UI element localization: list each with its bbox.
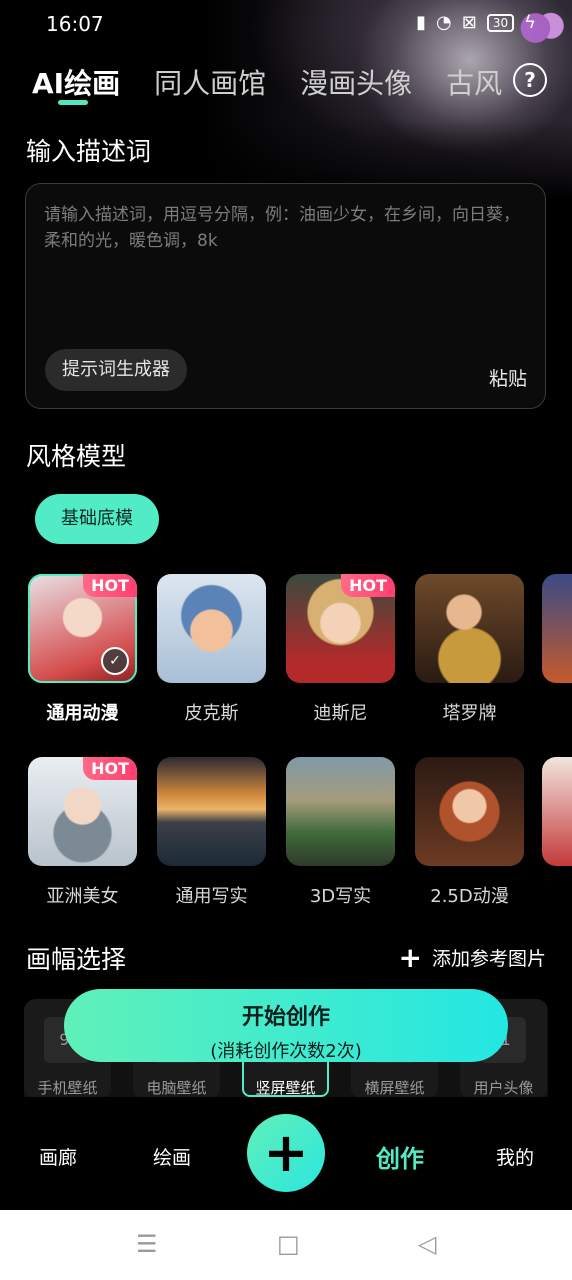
prompt-placeholder: 请输入描述词，用逗号分隔，例：油画少女，在乡间，向日葵，柔和的光，暖色调，8k bbox=[44, 205, 520, 251]
style-label: 皮克斯 bbox=[184, 703, 239, 724]
plus-icon: + bbox=[398, 940, 422, 974]
tab-ancient-style[interactable]: 古风 bbox=[446, 62, 502, 102]
style-title: 风格模型 bbox=[26, 442, 127, 471]
style-label: 通用写实 bbox=[175, 886, 248, 907]
hot-badge: HOT bbox=[83, 574, 137, 597]
style-row-2: HOT 亚洲美女 通用写实 3D写实 2.5D动漫 bbox=[28, 757, 524, 908]
style-thumb: HOT bbox=[286, 574, 395, 683]
ratio-label: 用户头像 bbox=[473, 1079, 534, 1097]
style-item-disney[interactable]: HOT 迪斯尼 bbox=[286, 574, 395, 725]
style-label: 2.5D动漫 bbox=[430, 886, 509, 907]
nav-create[interactable]: 创作 bbox=[376, 1139, 424, 1174]
style-thumb bbox=[157, 757, 266, 866]
ratio-label: 竖屏壁纸 bbox=[255, 1079, 316, 1097]
tab-comic-avatar[interactable]: 漫画头像 bbox=[300, 62, 412, 102]
add-reference-button[interactable]: + 添加参考图片 bbox=[398, 940, 546, 974]
canvas-title: 画幅选择 bbox=[26, 945, 127, 974]
status-bar: 16:07 ▮ ◔ ⊠ 30 ϟ bbox=[0, 0, 572, 50]
prompt-generator-button[interactable]: 提示词生成器 bbox=[45, 349, 187, 391]
status-icons: ▮ ◔ ⊠ 30 ϟ bbox=[416, 12, 536, 33]
home-icon[interactable]: □ bbox=[277, 1230, 300, 1258]
paste-button[interactable]: 粘贴 bbox=[489, 364, 527, 391]
prompt-input[interactable]: 请输入描述词，用逗号分隔，例：油画少女，在乡间，向日葵，柔和的光，暖色调，8k … bbox=[25, 183, 546, 409]
style-thumb bbox=[415, 757, 524, 866]
plus-icon: + bbox=[263, 1121, 309, 1184]
ratio-label: 电脑壁纸 bbox=[146, 1079, 207, 1097]
style-item-tarot[interactable]: 塔罗牌 bbox=[415, 574, 524, 725]
help-icon[interactable]: ? bbox=[513, 63, 547, 97]
style-item-partial[interactable] bbox=[542, 757, 572, 866]
style-thumb bbox=[415, 574, 524, 683]
add-reference-label: 添加参考图片 bbox=[431, 948, 546, 970]
tab-ai-painting[interactable]: AI绘画 bbox=[32, 62, 120, 105]
bottom-nav: 画廊 绘画 + 创作 我的 bbox=[0, 1110, 572, 1210]
status-time: 16:07 bbox=[46, 12, 104, 36]
nav-gallery[interactable]: 画廊 bbox=[39, 1143, 77, 1170]
style-item-2-5d-anime[interactable]: 2.5D动漫 bbox=[415, 757, 524, 908]
check-icon: ✓ bbox=[101, 647, 129, 675]
sim-off-icon: ⊠ bbox=[461, 12, 477, 33]
create-sub-label: (消耗创作次数2次) bbox=[210, 1041, 362, 1062]
back-icon[interactable]: ◁ bbox=[418, 1230, 436, 1258]
filter-basic-model[interactable]: 基础底模 bbox=[35, 494, 159, 544]
hot-badge: HOT bbox=[341, 574, 395, 597]
style-label: 通用动漫 bbox=[46, 703, 119, 724]
top-tabs: AI绘画 同人画馆 漫画头像 古风 bbox=[32, 62, 502, 105]
nav-mine[interactable]: 我的 bbox=[496, 1143, 534, 1170]
style-item-realistic[interactable]: 通用写实 bbox=[157, 757, 266, 908]
style-item-asian-beauty[interactable]: HOT 亚洲美女 bbox=[28, 757, 137, 908]
style-label: 塔罗牌 bbox=[442, 703, 497, 724]
style-item-partial[interactable] bbox=[542, 574, 572, 683]
start-create-button[interactable]: 开始创作 (消耗创作次数2次) bbox=[64, 989, 508, 1062]
tab-fan-gallery[interactable]: 同人画馆 bbox=[154, 62, 266, 102]
wifi-icon: ◔ bbox=[436, 12, 452, 33]
style-item-anime[interactable]: HOT ✓ 通用动漫 bbox=[28, 574, 137, 725]
vibrate-icon: ▮ bbox=[416, 12, 427, 33]
style-label: 亚洲美女 bbox=[46, 886, 119, 907]
style-item-3d-realistic[interactable]: 3D写实 bbox=[286, 757, 395, 908]
hot-badge: HOT bbox=[83, 757, 137, 780]
system-nav-bar: ☰ □ ◁ bbox=[0, 1210, 572, 1280]
style-thumb: HOT bbox=[28, 757, 137, 866]
style-thumb bbox=[157, 574, 266, 683]
style-label: 迪斯尼 bbox=[313, 703, 368, 724]
charging-icon: ϟ bbox=[524, 12, 536, 33]
battery-icon: 30 bbox=[486, 13, 515, 32]
prompt-title: 输入描述词 bbox=[26, 137, 152, 166]
style-label: 3D写实 bbox=[309, 886, 372, 907]
menu-icon[interactable]: ☰ bbox=[136, 1230, 158, 1258]
create-main-label: 开始创作 bbox=[241, 1005, 330, 1030]
ratio-label: 手机壁纸 bbox=[37, 1079, 98, 1097]
ratio-label: 横屏壁纸 bbox=[364, 1079, 425, 1097]
style-thumb: HOT ✓ bbox=[28, 574, 137, 683]
style-row-1: HOT ✓ 通用动漫 皮克斯 HOT 迪斯尼 塔罗牌 bbox=[28, 574, 524, 725]
style-thumb bbox=[286, 757, 395, 866]
create-fab[interactable]: + bbox=[247, 1114, 325, 1192]
nav-painting[interactable]: 绘画 bbox=[153, 1143, 191, 1170]
style-item-pixar[interactable]: 皮克斯 bbox=[157, 574, 266, 725]
